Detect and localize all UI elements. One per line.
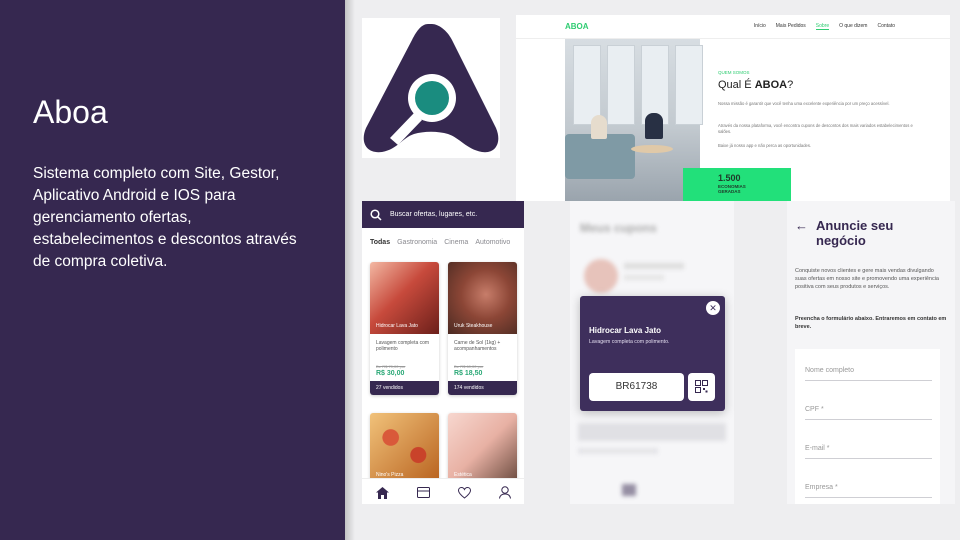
heart-icon[interactable] [458, 487, 471, 499]
photo-window [607, 45, 635, 125]
search-bar[interactable]: Buscar ofertas, lugares, etc. [362, 201, 524, 228]
stat-value: 1.500 [718, 173, 741, 183]
offer-image: Estética [448, 413, 517, 483]
offer-price: R$ 30,00 [376, 370, 405, 377]
offer-description: Lavagem completa com polimento [376, 340, 430, 352]
nav-link-contato[interactable]: Contato [877, 23, 895, 30]
form-title: Anuncie seu negócio [816, 218, 894, 248]
cpf-field[interactable]: CPF * [805, 398, 932, 420]
panel-shadow [345, 0, 355, 540]
tab-cinema[interactable]: Cinema [444, 239, 468, 246]
offer-sold-count: 27 vendidos [370, 381, 439, 395]
coupons-title: Meus cupons [580, 221, 657, 235]
site-photo [565, 39, 703, 201]
offer-name: Uruk Steakhouse [454, 323, 493, 329]
user-icon[interactable] [499, 486, 511, 499]
site-logo[interactable]: ABOA [565, 22, 589, 31]
coupon-icon[interactable] [417, 487, 430, 498]
tab-todas[interactable]: Todas [370, 239, 390, 246]
coupon-modal: ✕ Hidrocar Lava Jato Lavagem completa co… [580, 296, 725, 411]
photo-table [631, 145, 673, 153]
coupon-line [578, 423, 726, 441]
category-tabs: Todas Gastronomia Cinema Automotivo [362, 232, 524, 252]
offer-description: Carne de Sol (1kg) + acompanhamentos [454, 340, 501, 352]
tab-gastronomia[interactable]: Gastronomia [397, 239, 437, 246]
modal-offer-name: Hidrocar Lava Jato [589, 326, 662, 335]
intro-panel: Aboa Sistema completo com Site, Gestor, … [0, 0, 345, 540]
photo-sofa [565, 134, 635, 179]
offer-card[interactable]: Uruk Steakhouse Carne de Sol (1kg) + aco… [448, 262, 517, 395]
coupon-line [624, 275, 664, 280]
company-field[interactable]: Empresa * [805, 476, 932, 498]
offer-card[interactable]: Estética [448, 413, 517, 483]
coupon-thumb [584, 259, 618, 293]
site-heading: Qual É ABOA? [718, 79, 794, 91]
offer-card[interactable]: Nino's Pizza [370, 413, 439, 483]
offer-image: Uruk Steakhouse [448, 262, 517, 334]
email-field[interactable]: E-mail * [805, 437, 932, 459]
slide: Aboa Sistema completo com Site, Gestor, … [0, 0, 960, 540]
project-description: Sistema completo com Site, Gestor, Aplic… [33, 165, 297, 270]
offer-old-price: De R$ 60,00 por [454, 364, 484, 369]
offer-old-price: De R$ 70,00 por [376, 364, 406, 369]
photo-window [573, 45, 601, 125]
form-instruction: Preencha o formulário abaixo. Entraremos… [795, 316, 947, 330]
nav-link-inicio[interactable]: Início [754, 23, 766, 30]
site-paragraph: Baixe já nosso app e não perca as oportu… [718, 143, 812, 148]
coupon-line [578, 448, 658, 454]
site-navbar: ABOA Início Mais Pedidos Sobre O que diz… [516, 15, 950, 39]
stat-box: 1.500 ECONOMIAS GERADAS [683, 168, 791, 201]
photo-window [675, 45, 703, 125]
offer-card[interactable]: Hidrocar Lava Jato Lavagem completa com … [370, 262, 439, 395]
site-paragraph: Através da nossa plataforma, você encont… [718, 123, 913, 134]
stat-label: ECONOMIAS GERADAS [718, 184, 746, 194]
nav-link-mais-pedidos[interactable]: Mais Pedidos [776, 23, 806, 30]
offer-name: Hidrocar Lava Jato [376, 323, 418, 329]
name-field[interactable]: Nome completo [805, 359, 932, 381]
modal-offer-description: Lavagem completa com polimento. [589, 339, 670, 345]
coupon-line [624, 263, 684, 269]
search-icon [370, 208, 382, 221]
form-description: Conquiste novos clientes e gere mais ven… [795, 268, 939, 290]
qr-code-icon [695, 380, 708, 393]
form-fields: Nome completo CPF * E-mail * Empresa * [795, 349, 940, 504]
advertise-form-screen: ← Anuncie seu negócio Conquiste novos cl… [787, 201, 955, 504]
offer-price: R$ 18,50 [454, 370, 483, 377]
nav-link-sobre[interactable]: Sobre [815, 23, 830, 30]
bottom-nav [362, 478, 524, 504]
search-placeholder: Buscar ofertas, lugares, etc. [390, 211, 478, 218]
coupon-code[interactable]: BR61738 [589, 373, 684, 401]
photo-person [645, 113, 663, 139]
site-nav-links: Início Mais Pedidos Sobre O que dizem Co… [754, 23, 895, 30]
project-title: Aboa [33, 94, 108, 130]
site-eyebrow: QUEM SOMOS [718, 70, 750, 75]
coupon-nav-blur [622, 484, 636, 496]
home-icon[interactable] [376, 487, 389, 499]
nav-link-o-que-dizem[interactable]: O que dizem [839, 23, 867, 30]
site-paragraph: Nossa missão é garantir que você tenha u… [718, 101, 890, 106]
qr-code-button[interactable] [688, 373, 715, 401]
tab-automotivo[interactable]: Automotivo [475, 239, 510, 246]
close-icon[interactable]: ✕ [706, 301, 720, 315]
logo-card [362, 18, 500, 158]
aboa-logo-icon [363, 24, 499, 153]
back-arrow-icon[interactable]: ← [795, 218, 808, 233]
offer-image: Hidrocar Lava Jato [370, 262, 439, 334]
offer-sold-count: 174 vendidos [448, 381, 517, 395]
offer-image: Nino's Pizza [370, 413, 439, 483]
app-offers-screen: Buscar ofertas, lugares, etc. Todas Gast… [362, 201, 524, 504]
website-screen: ABOA Início Mais Pedidos Sobre O que diz… [516, 15, 950, 201]
photo-person [591, 115, 607, 139]
